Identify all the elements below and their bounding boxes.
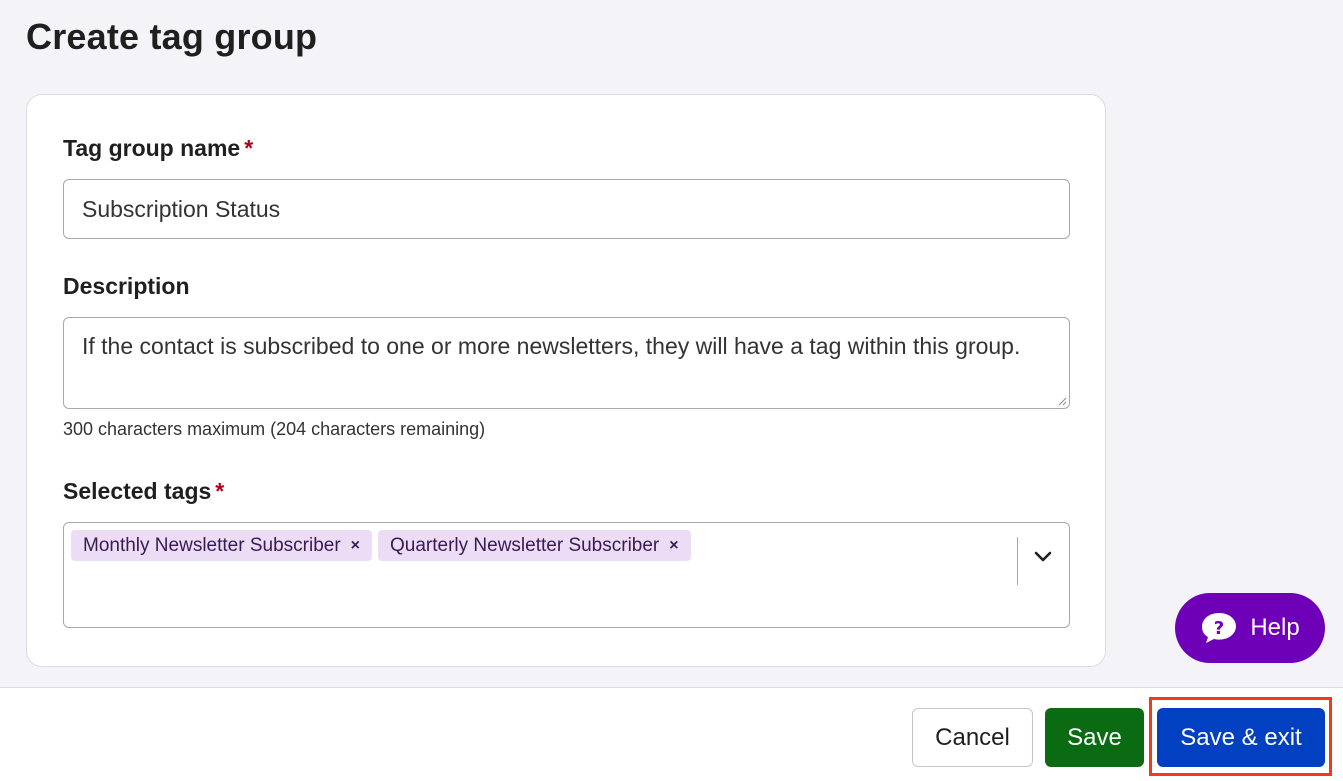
page-title: Create tag group [26, 16, 318, 57]
tag-group-name-label-text: Tag group name [63, 135, 241, 161]
help-button[interactable]: ? Help [1175, 593, 1325, 663]
tag-chip-label: Monthly Newsletter Subscriber [83, 534, 341, 556]
action-footer: Cancel Save Save & exit [0, 687, 1343, 781]
chevron-down-icon[interactable] [1030, 543, 1056, 569]
page: Create tag group Tag group name* Descrip… [0, 0, 1343, 781]
required-asterisk: * [244, 135, 254, 161]
save-button[interactable]: Save [1045, 708, 1144, 767]
dropdown-divider [1017, 537, 1018, 585]
selected-tag-chips: Monthly Newsletter Subscriber × Quarterl… [71, 530, 691, 561]
help-button-label: Help [1250, 614, 1300, 641]
svg-text:?: ? [1214, 618, 1224, 639]
selected-tags-label: Selected tags * [63, 478, 224, 505]
description-character-count: 300 characters maximum (204 characters r… [63, 419, 486, 439]
selected-tags-multiselect[interactable]: Monthly Newsletter Subscriber × Quarterl… [63, 522, 1070, 628]
tag-chip-monthly-newsletter-subscriber: Monthly Newsletter Subscriber × [71, 530, 372, 561]
selected-tags-label-text: Selected tags [63, 478, 212, 504]
cancel-button[interactable]: Cancel [912, 708, 1033, 767]
required-asterisk: * [215, 478, 225, 504]
tag-chip-quarterly-newsletter-subscriber: Quarterly Newsletter Subscriber × [378, 530, 691, 561]
form-card: Tag group name* Description If the conta… [26, 94, 1106, 667]
save-and-exit-button[interactable]: Save & exit [1157, 708, 1325, 767]
question-bubble-icon: ? [1202, 613, 1237, 643]
tag-chip-label: Quarterly Newsletter Subscriber [390, 534, 660, 556]
description-label: Description [63, 273, 190, 299]
remove-tag-icon[interactable]: × [351, 537, 360, 555]
remove-tag-icon[interactable]: × [669, 537, 678, 555]
tag-group-name-input[interactable] [63, 179, 1070, 239]
description-textarea[interactable]: If the contact is subscribed to one or m… [63, 317, 1070, 409]
resize-grip-icon[interactable] [1057, 396, 1067, 406]
tag-group-name-label: Tag group name * [63, 135, 253, 162]
